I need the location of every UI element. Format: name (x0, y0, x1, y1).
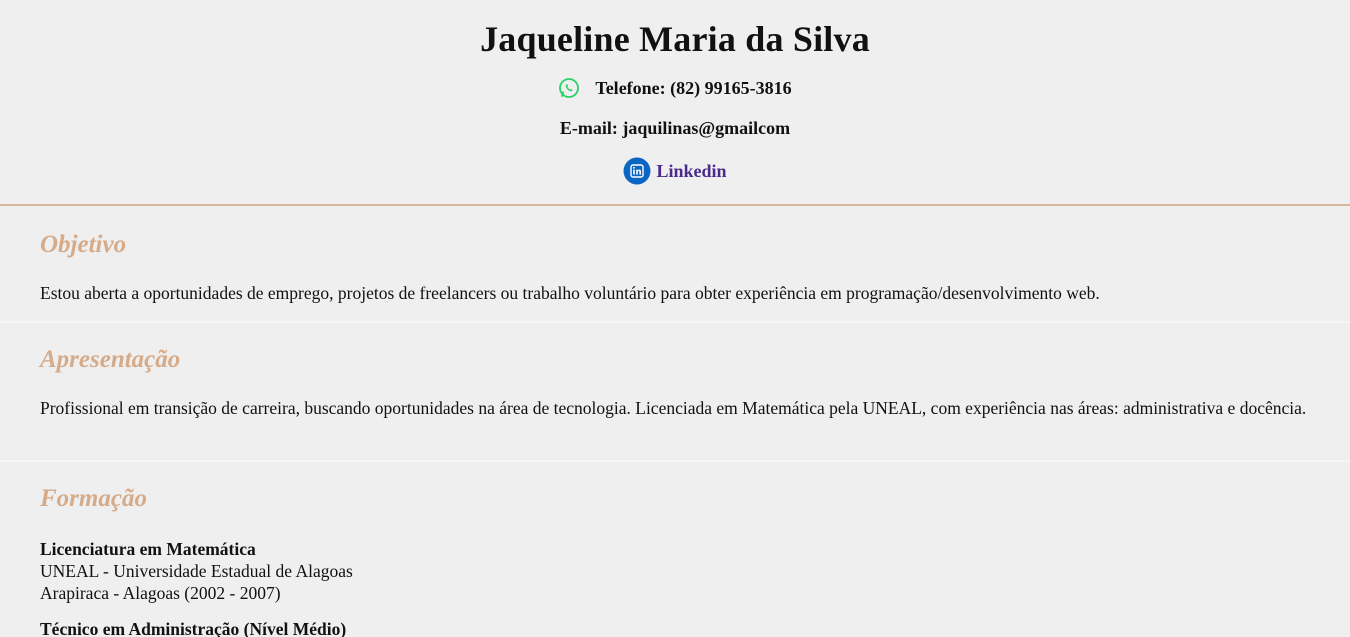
objetivo-text: Estou aberta a oportunidades de emprego,… (40, 283, 1100, 303)
section-apresentacao: Apresentação Profissional em transição d… (0, 323, 1350, 462)
section-title-objetivo: Objetivo (40, 231, 127, 258)
linkedin-link[interactable]: Linkedin (656, 161, 726, 182)
section-objetivo: Objetivo Estou aberta a oportunidades de… (0, 206, 1350, 323)
course-item: Técnico em Administração (Nível Médio) (40, 618, 1310, 637)
phone-line: Telefone: (82) 99165-3816 (0, 77, 1350, 99)
candidate-name: Jaqueline Maria da Silva (480, 19, 870, 59)
linkedin-icon[interactable] (623, 157, 651, 185)
section-title-apresentacao: Apresentação (40, 346, 181, 373)
apresentacao-text: Profissional em transição de carreira, b… (40, 398, 1307, 418)
section-formacao: Formação Licenciatura em Matemática UNEA… (0, 462, 1350, 637)
phone-text: Telefone: (82) 99165-3816 (595, 77, 792, 98)
course-title: Licenciatura em Matemática (40, 539, 256, 559)
course-institution: UNEAL - Universidade Estadual de Alagoas (40, 561, 353, 581)
whatsapp-icon[interactable] (558, 77, 580, 99)
email-text: E-mail: jaquilinas@gmailcom (559, 118, 791, 138)
course-location: Arapiraca - Alagoas (2002 - 2007) (40, 583, 281, 603)
section-title-formacao: Formação (40, 485, 147, 512)
email-line: E-mail: jaquilinas@gmailcom (0, 118, 1350, 139)
resume-header: Jaqueline Maria da Silva Telefone: (82) … (0, 0, 1350, 206)
linkedin-line: Linkedin (0, 157, 1350, 185)
course-item: Licenciatura em Matemática UNEAL - Unive… (40, 538, 1310, 604)
course-title: Técnico em Administração (Nível Médio) (40, 619, 347, 637)
